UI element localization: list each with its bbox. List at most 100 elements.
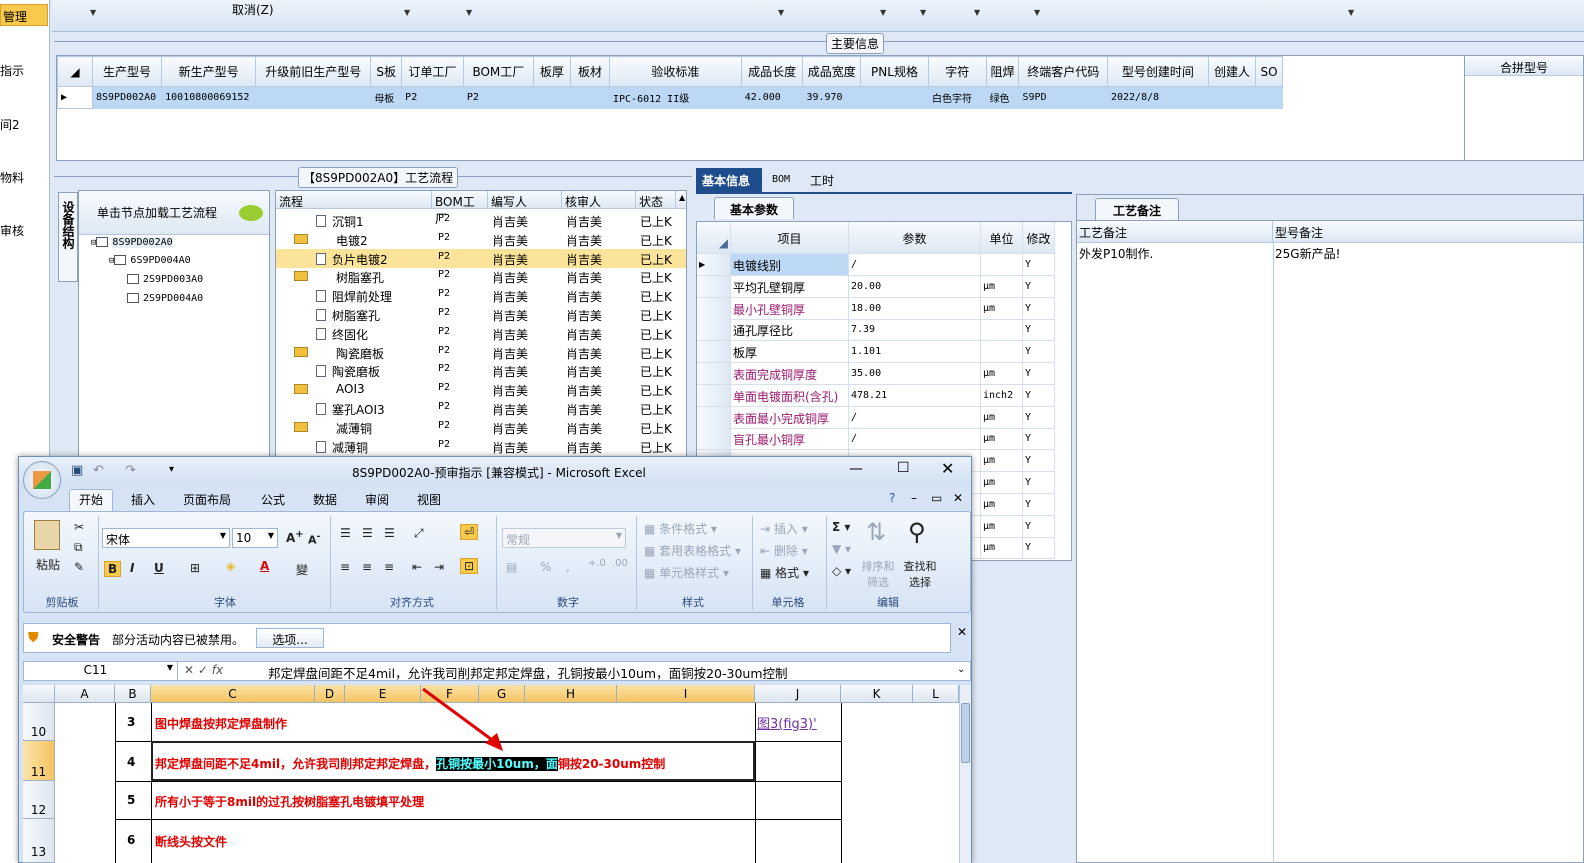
format-cells-button[interactable]: ▦ 格式 ▾ bbox=[760, 564, 809, 581]
main-cell[interactable]: P2 bbox=[401, 86, 464, 109]
column-header[interactable]: 阻焊 bbox=[985, 56, 1020, 87]
param-cell-param[interactable]: 478.21 bbox=[849, 384, 981, 407]
delete-cells-button[interactable]: ⇤ 删除 ▾ bbox=[760, 542, 808, 559]
increase-decimal-icon[interactable]: +.0 bbox=[588, 558, 606, 569]
param-cell-item[interactable]: 通孔厚径比 bbox=[731, 319, 849, 342]
param-cell-unit[interactable]: μm bbox=[981, 275, 1023, 298]
comma-icon[interactable]: , bbox=[566, 560, 570, 574]
column-header[interactable]: 创建人 bbox=[1207, 56, 1257, 87]
ribbon-tab[interactable]: 视图 bbox=[417, 491, 441, 508]
param-cell-mod[interactable]: Y bbox=[1023, 341, 1055, 364]
scroll-thumb[interactable] bbox=[961, 703, 970, 763]
param-cell-mod[interactable]: Y bbox=[1023, 515, 1055, 538]
flow-row[interactable]: 陶瓷磨板 P2 肖吉美 肖吉美 已上K bbox=[276, 361, 686, 380]
formula-input[interactable]: 邦定焊盘间距不足4mil，允许我司削邦定邦定焊盘，孔铜按最小10um，面铜按20… bbox=[268, 663, 788, 682]
param-cell-unit[interactable]: μm bbox=[981, 493, 1023, 516]
left-nav-item[interactable]: 审核 bbox=[0, 222, 24, 239]
param-cell-param[interactable]: / bbox=[849, 428, 981, 451]
param-cell-mod[interactable]: Y bbox=[1023, 493, 1055, 516]
param-cell-unit[interactable] bbox=[981, 341, 1023, 364]
increase-indent-icon[interactable]: ⇥ bbox=[434, 560, 444, 574]
flow-col-header[interactable]: 状态 bbox=[636, 191, 676, 209]
param-cell-mod[interactable]: Y bbox=[1023, 254, 1055, 276]
expand-formula-icon[interactable]: ⌄ bbox=[957, 664, 965, 675]
param-cell-item[interactable]: 单面电镀面积(含孔) bbox=[731, 384, 849, 407]
param-cell-unit[interactable]: μm bbox=[981, 537, 1023, 560]
column-header[interactable]: BOM工厂 bbox=[462, 56, 534, 87]
orientation-icon[interactable]: ⤢ bbox=[414, 526, 424, 541]
flow-col-header[interactable]: BOM工厂 bbox=[432, 191, 488, 226]
align-bottom-icon[interactable]: ☰ bbox=[384, 526, 395, 540]
number-format-select[interactable]: 常规 ▼ bbox=[502, 528, 626, 548]
param-cell-param[interactable]: 7.39 bbox=[849, 319, 981, 342]
column-header[interactable]: 升级前旧生产型号 bbox=[255, 56, 372, 87]
param-cell-param[interactable]: / bbox=[849, 406, 981, 429]
undo-icon[interactable]: ↶ bbox=[93, 463, 104, 478]
col-header[interactable]: H bbox=[525, 685, 617, 703]
param-cell-mod[interactable]: Y bbox=[1023, 275, 1055, 298]
column-header[interactable]: 字符 bbox=[927, 56, 987, 87]
wrap-text-icon[interactable]: ⏎ bbox=[460, 524, 479, 540]
main-cell[interactable] bbox=[1255, 86, 1283, 109]
param-cell-param[interactable]: 18.00 bbox=[849, 297, 981, 320]
flow-row[interactable]: ⊟ 树脂塞孔P2肖吉美肖吉美已上K bbox=[276, 267, 686, 286]
column-header[interactable]: 终端客户代码 bbox=[1018, 56, 1108, 87]
flow-row[interactable]: 阻焊前处理 P2 肖吉美 肖吉美 已上K bbox=[276, 286, 686, 305]
param-cell-mod[interactable]: Y bbox=[1023, 537, 1055, 560]
dropdown-arrow-icon[interactable]: ▼ bbox=[1348, 8, 1354, 17]
tab-basic-info[interactable]: 基本信息 bbox=[696, 168, 762, 192]
phonetic-icon[interactable]: 變 bbox=[296, 561, 308, 578]
param-cell-item[interactable]: 最小孔壁铜厚 bbox=[731, 297, 849, 320]
cut-icon[interactable]: ✂ bbox=[74, 520, 84, 534]
col-header[interactable]: A bbox=[55, 685, 115, 703]
main-cell[interactable]: 2022/8/8 bbox=[1106, 86, 1209, 109]
align-top-icon[interactable]: ☰ bbox=[340, 526, 351, 540]
param-cell-unit[interactable] bbox=[981, 254, 1023, 276]
ribbon-tab[interactable]: 审阅 bbox=[365, 491, 389, 508]
copy-icon[interactable]: ⧉ bbox=[74, 540, 83, 555]
flow-col-header[interactable]: 核审人 bbox=[562, 191, 636, 209]
param-cell-item[interactable]: 表面最小完成铜厚 bbox=[731, 406, 849, 429]
currency-icon[interactable]: ▤ bbox=[506, 560, 517, 574]
main-cell[interactable] bbox=[860, 86, 929, 109]
param-cell-item[interactable]: 盲孔最小铜厚 bbox=[731, 428, 849, 451]
ribbon-close-icon[interactable]: ✕ bbox=[953, 491, 963, 505]
param-col-header[interactable]: 单位 bbox=[981, 222, 1023, 254]
cancel-button[interactable]: 取消(Z) bbox=[232, 1, 274, 18]
row-header[interactable]: 12 bbox=[23, 781, 55, 819]
ribbon-tab[interactable]: 页面布局 bbox=[183, 491, 231, 508]
tab-bom[interactable]: BOM bbox=[766, 168, 796, 192]
clear-icon[interactable]: ◇ ▾ bbox=[832, 564, 851, 578]
dropdown-arrow-icon[interactable]: ▼ bbox=[1034, 8, 1040, 17]
param-col-header[interactable]: 修改 bbox=[1023, 222, 1055, 254]
font-size-select[interactable]: 10 ▼ bbox=[232, 528, 278, 548]
fill-color-icon[interactable]: ◈ bbox=[226, 559, 235, 573]
save-icon[interactable]: ▣ bbox=[71, 463, 83, 478]
formula-controls-icon[interactable]: ✕ ✓ fx bbox=[184, 663, 223, 677]
col-header[interactable]: D bbox=[315, 685, 345, 703]
param-cell-unit[interactable]: μm bbox=[981, 428, 1023, 451]
close-icon[interactable]: ✕ bbox=[941, 459, 954, 478]
help-icon[interactable]: ? bbox=[889, 491, 895, 505]
col-header[interactable]: J bbox=[755, 685, 841, 703]
dropdown-arrow-icon[interactable]: ▼ bbox=[404, 8, 410, 17]
column-header[interactable]: 成品宽度 bbox=[802, 56, 862, 87]
tree-node[interactable]: ⊟ 8S9PD002A0 bbox=[91, 237, 173, 248]
cell-styles-button[interactable]: ▦ 单元格样式 ▾ bbox=[644, 564, 729, 581]
main-cell[interactable]: 白色字符 bbox=[927, 86, 987, 109]
tab-work-hours[interactable]: 工时 bbox=[804, 168, 840, 192]
scroll-up-icon[interactable]: ▲ bbox=[676, 191, 686, 209]
options-button[interactable]: 选项... bbox=[256, 628, 324, 648]
main-cell[interactable] bbox=[569, 86, 611, 109]
column-header[interactable]: 生产型号 bbox=[91, 56, 163, 87]
dropdown-arrow-icon[interactable]: ▼ bbox=[880, 8, 886, 17]
flow-row[interactable]: ⊟ 电镀2P2肖吉美肖吉美已上K bbox=[276, 230, 686, 249]
sort-filter-icon[interactable]: ⇅ bbox=[866, 518, 886, 546]
cell-text[interactable]: 所有小于等于8mil的过孔按树脂塞孔电镀填平处理 bbox=[155, 793, 424, 810]
col-header[interactable]: C bbox=[151, 685, 315, 703]
column-header[interactable]: SO bbox=[1255, 56, 1283, 87]
equipment-structure-tab[interactable]: 设备结构 bbox=[58, 192, 78, 282]
main-cell[interactable] bbox=[1207, 86, 1257, 109]
customize-toolbar-icon[interactable]: ▾ bbox=[169, 464, 174, 475]
cell-text[interactable]: 断线头按文件 bbox=[155, 833, 227, 850]
